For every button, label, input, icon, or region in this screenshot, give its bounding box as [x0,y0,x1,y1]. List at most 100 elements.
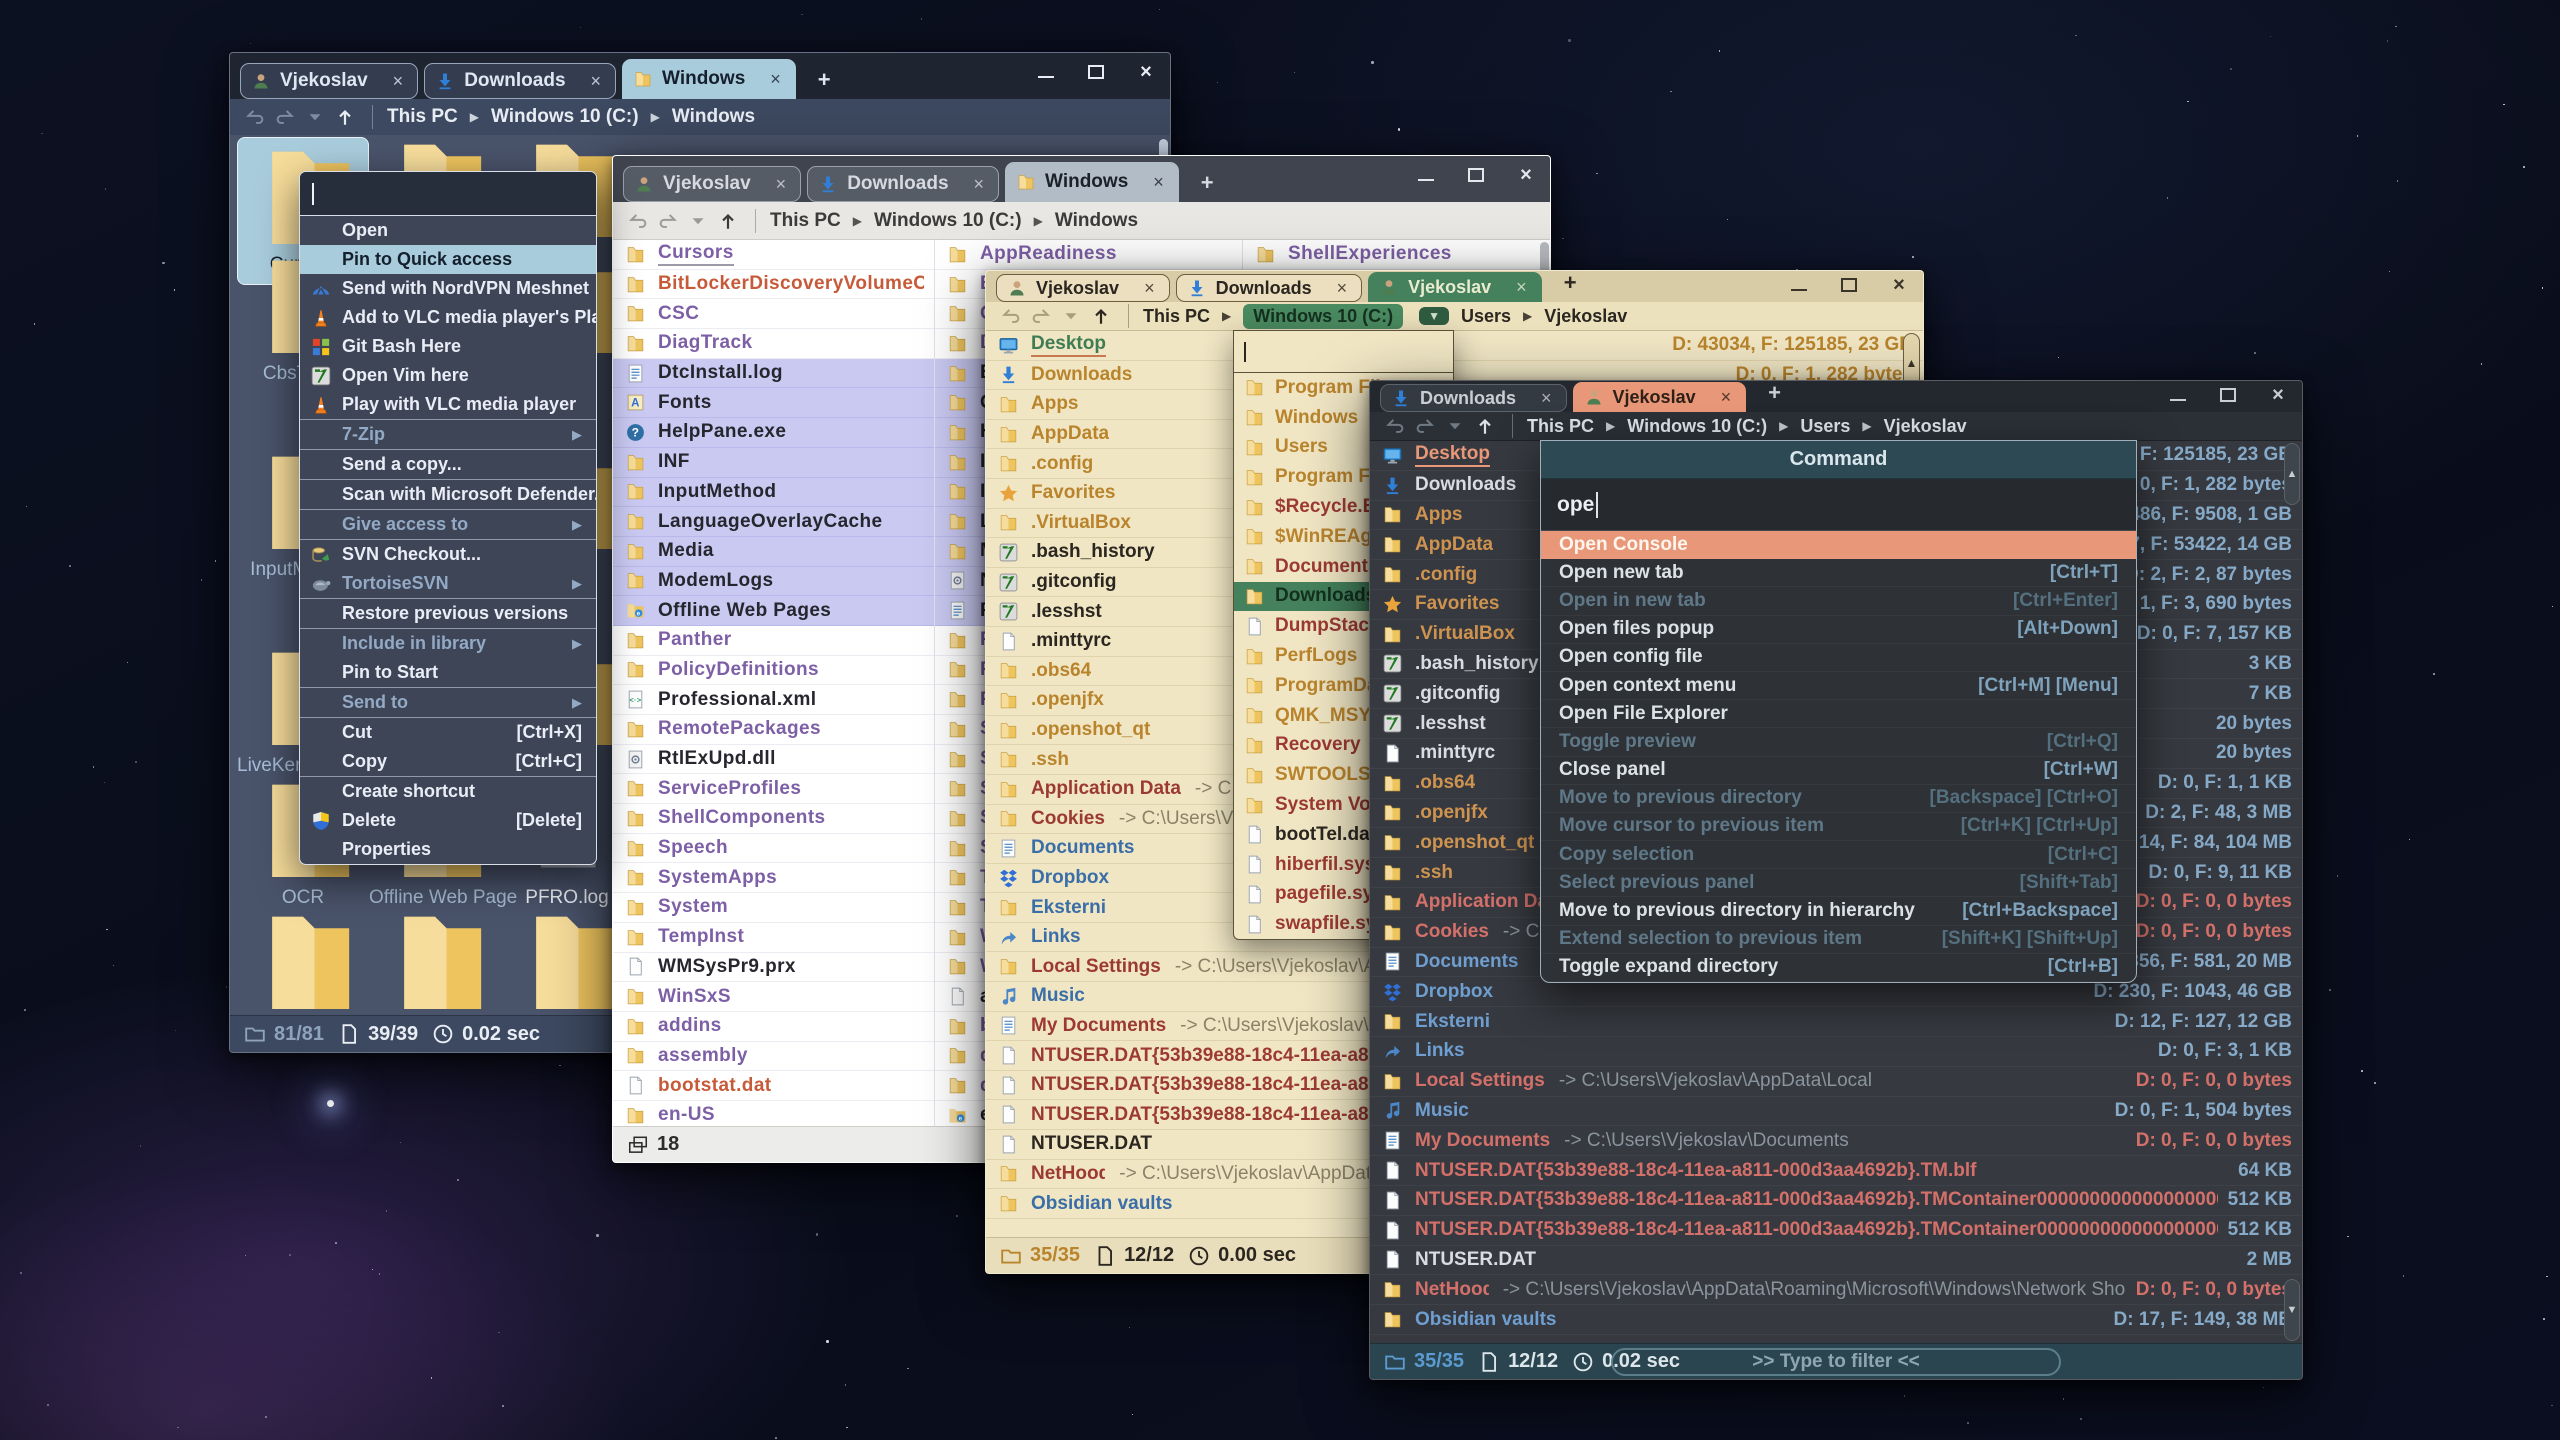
tab-close-icon[interactable]: × [776,174,787,195]
maximize-button[interactable] [1839,276,1859,294]
close-button[interactable]: × [1889,276,1909,294]
palette-item-move-to-previous-directory-in-hierarchy[interactable]: Move to previous directory in hierarchy[… [1541,897,2136,925]
new-tab-button[interactable]: + [1185,170,1230,202]
file-row-nethood[interactable]: NetHood-> C:\Users\Vjekoslav\AppData\Roa… [1370,1275,2302,1305]
breadcrumb-drive-button[interactable]: Windows 10 (C:) [1243,304,1403,329]
minimize-button[interactable] [1036,63,1056,81]
scrollbar-up-button[interactable]: ▲ [2284,443,2300,505]
tab-vjekoslav[interactable]: Vjekoslav× [623,166,801,202]
titlebar[interactable]: Downloads×Vjekoslav×+ × [1370,381,2302,412]
palette-item-open-new-tab[interactable]: Open new tab[Ctrl+T] [1541,559,2136,587]
file-row-obsidian-vaults[interactable]: Obsidian vaultsD: 17, F: 149, 38 MB [1370,1305,2302,1335]
palette-item-open-file-explorer[interactable]: Open File Explorer [1541,700,2136,728]
menu-item-add-to-vlc-media-player-s-playlist[interactable]: Add to VLC media player's Playlist [300,303,596,332]
forward-button[interactable] [1028,303,1054,329]
breadcrumb-item[interactable]: This PC [387,106,458,128]
maximize-button[interactable] [1086,63,1106,81]
menu-item-copy[interactable]: Copy[Ctrl+C] [300,747,596,776]
file-row-ntuser-dat-53b39e88-18c4-11ea-a811-000d3[interactable]: NTUSER.DAT{53b39e88-18c4-11ea-a811-000d3… [1370,1186,2302,1216]
breadcrumb-item[interactable]: Windows 10 (C:) [874,210,1022,232]
menu-item-send-to[interactable]: Send to▶ [300,688,596,717]
tab-vjekoslav[interactable]: Vjekoslav× [1368,272,1542,302]
breadcrumb-item[interactable]: Windows [1055,210,1138,232]
menu-item-include-in-library[interactable]: Include in library▶ [300,629,596,658]
menu-item-play-with-vlc-media-player[interactable]: Play with VLC media player [300,390,596,419]
file-row-desktop[interactable]: DesktopD: 43034, F: 125185, 23 GB [986,331,1923,361]
minimize-button[interactable] [1789,276,1809,294]
palette-item-select-previous-panel[interactable]: Select previous panel[Shift+Tab] [1541,869,2136,897]
drive-dropdown-button[interactable]: ▼ [1419,307,1449,325]
breadcrumb-item[interactable]: Windows 10 (C:) [1627,416,1767,437]
menu-item-7-zip[interactable]: 7-Zip▶ [300,420,596,449]
tab-close-icon[interactable]: × [1144,278,1155,299]
file-row-serviceprofiles[interactable]: ServiceProfiles [613,774,934,804]
file-row-professional-xml[interactable]: <·>Professional.xml [613,685,934,715]
breadcrumb-item[interactable]: This PC [770,210,841,232]
back-button[interactable] [625,208,651,234]
up-button[interactable] [1472,413,1498,439]
file-row-dtcinstall-log[interactable]: DtcInstall.log [613,359,934,389]
maximize-button[interactable] [1466,166,1486,184]
file-row-offline-web-pages[interactable]: eOffline Web Pages [613,596,934,626]
type-to-filter-box[interactable]: >> Type to filter << [1611,1348,2061,1376]
forward-button[interactable] [272,104,298,130]
menu-item-create-shortcut[interactable]: Create shortcut [300,777,596,806]
menu-item-properties[interactable]: Properties [300,835,596,864]
tab-close-icon[interactable]: × [974,174,985,195]
back-button[interactable] [242,104,268,130]
back-button[interactable] [1382,413,1408,439]
file-row-modemlogs[interactable]: ModemLogs [613,567,934,597]
back-button[interactable] [998,303,1024,329]
breadcrumb-item[interactable]: Vjekoslav [1884,416,1967,437]
file-row-inf[interactable]: INF [613,448,934,478]
new-tab-button[interactable]: + [1548,270,1593,302]
menu-item-cut[interactable]: Cut[Ctrl+X] [300,718,596,747]
tab-vjekoslav[interactable]: Vjekoslav× [1573,382,1747,412]
file-row-ntuser-dat[interactable]: NTUSER.DAT2 MB [1370,1246,2302,1276]
close-button[interactable]: × [2268,386,2288,404]
tab-downloads[interactable]: Downloads× [807,166,999,202]
palette-item-toggle-expand-directory[interactable]: Toggle expand directory[Ctrl+B] [1541,954,2136,982]
history-dropdown-button[interactable] [685,208,711,234]
file-row-helppane-exe[interactable]: ?HelpPane.exe [613,418,934,448]
titlebar[interactable]: Vjekoslav×Downloads×Windows×+ × [230,53,1170,99]
up-button[interactable] [715,208,741,234]
file-row-panther[interactable]: Panther [613,626,934,656]
breadcrumb-item[interactable]: Vjekoslav [1544,306,1627,327]
breadcrumb-item[interactable]: This PC [1527,416,1594,437]
up-button[interactable] [332,104,358,130]
menu-item-open[interactable]: Open [300,216,596,245]
breadcrumb-item[interactable]: This PC [1143,306,1210,327]
tab-close-icon[interactable]: × [1516,277,1527,298]
tab-downloads[interactable]: Downloads× [1380,384,1567,412]
file-row-appreadiness[interactable]: AppReadiness [935,240,1242,270]
file-row-music[interactable]: MusicD: 0, F: 1, 504 bytes [1370,1097,2302,1127]
file-row-fonts[interactable]: AFonts [613,388,934,418]
palette-item-open-files-popup[interactable]: Open files popup[Alt+Down] [1541,616,2136,644]
minimize-button[interactable] [1416,166,1436,184]
palette-item-open-in-new-tab[interactable]: Open in new tab[Ctrl+Enter] [1541,587,2136,615]
file-row-assembly[interactable]: assembly [613,1042,934,1072]
forward-button[interactable] [1412,413,1438,439]
menu-item-scan-with-microsoft-defender-[interactable]: Scan with Microsoft Defender... [300,480,596,509]
tab-close-icon[interactable]: × [1153,172,1164,193]
file-row-shellexperiences[interactable]: ShellExperiences [1243,240,1550,270]
close-button[interactable]: × [1516,166,1536,184]
minimize-button[interactable] [2168,386,2188,404]
file-row-inputmethod[interactable]: InputMethod [613,478,934,508]
breadcrumb-item[interactable]: Users [1461,306,1511,327]
tab-close-icon[interactable]: × [1337,278,1348,299]
menu-item-send-with-nordvpn-meshnet[interactable]: Send with NordVPN Meshnet [300,274,596,303]
history-dropdown-button[interactable] [302,104,328,130]
file-row-csc[interactable]: CSC [613,299,934,329]
menu-item-pin-to-start[interactable]: Pin to Start [300,658,596,687]
breadcrumb-item[interactable]: Windows [672,106,755,128]
folder-tile-prefetch[interactable]: Prefetch [369,909,501,1015]
tab-close-icon[interactable]: × [393,71,404,92]
history-dropdown-button[interactable] [1058,303,1084,329]
tab-close-icon[interactable]: × [770,69,781,90]
file-row-ntuser-dat-53b39e88-18c4-11ea-a811-000d3[interactable]: NTUSER.DAT{53b39e88-18c4-11ea-a811-000d3… [1370,1156,2302,1186]
file-row-system[interactable]: System [613,893,934,923]
menu-item-give-access-to[interactable]: Give access to▶ [300,510,596,539]
tab-windows[interactable]: Windows× [1005,162,1179,202]
